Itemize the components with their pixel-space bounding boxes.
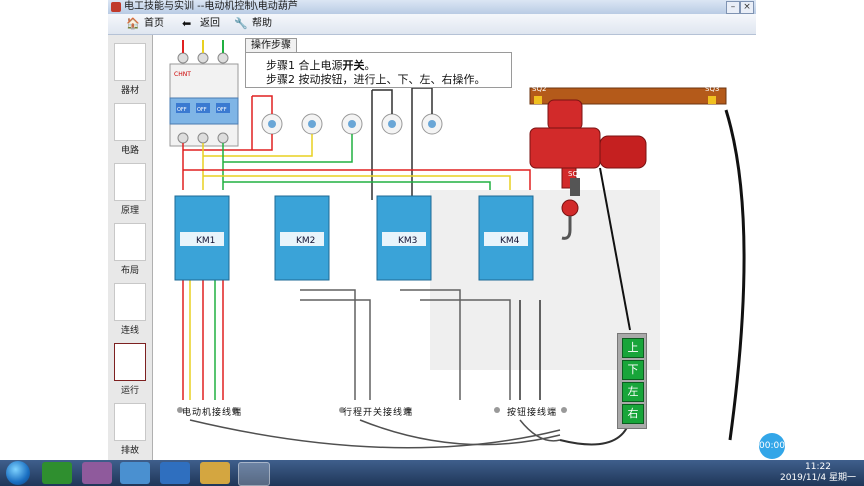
- breaker-brand: CHNT: [174, 71, 191, 78]
- down-button[interactable]: 下: [622, 360, 644, 380]
- contactor-km2[interactable]: KM2: [274, 195, 330, 281]
- toolbar: 🏠 首页 ⬅ 返回 🔧 帮助: [108, 14, 756, 35]
- help-label: 帮助: [252, 18, 272, 29]
- app-icon: [111, 2, 121, 12]
- troubleshoot-thumbnail: [114, 403, 146, 441]
- clock-time: 11:22: [805, 462, 831, 472]
- help-button[interactable]: 🔧 帮助: [232, 16, 272, 32]
- sidebar: 器材 电路 原理 布局 连线 运行 排故: [108, 35, 153, 460]
- home-button[interactable]: 🏠 首页: [124, 16, 164, 32]
- home-icon: 🏠: [126, 17, 140, 30]
- folder-icon[interactable]: [200, 462, 230, 484]
- help-icon: 🔧: [234, 17, 248, 30]
- steps-tab[interactable]: 操作步骤: [245, 38, 297, 53]
- wiring-thumbnail: [114, 283, 146, 321]
- up-button[interactable]: 上: [622, 338, 644, 358]
- window-title: 电工技能与实训 --电动机控制\电动葫芦: [124, 1, 298, 12]
- principle-thumbnail: [114, 163, 146, 201]
- back-icon: ⬅: [182, 17, 192, 30]
- sq2-label: SQ2: [532, 85, 546, 93]
- timer-badge[interactable]: 00:00: [759, 433, 785, 459]
- breaker-off-1: OFF: [177, 107, 187, 113]
- taskbar: 11:22 2019/11/4 星期一: [0, 460, 864, 486]
- km2-label: KM2: [296, 236, 315, 246]
- taskbar-app-2-icon[interactable]: [82, 462, 112, 484]
- step-2: 步骤2 按动按钮，进行上、下、左、右操作。: [266, 73, 486, 86]
- control-pendant: 上 下 左 右: [617, 333, 647, 429]
- clock-date: 2019/11/4 星期一: [779, 473, 856, 483]
- sidebar-item-label: 电路: [120, 146, 139, 156]
- sidebar-item-layout[interactable]: 布局: [110, 221, 150, 279]
- minimize-button[interactable]: –: [726, 1, 740, 14]
- motor-terminal-label: 电动机接线端: [182, 408, 243, 418]
- taskbar-app-4-icon[interactable]: [160, 462, 190, 484]
- right-button[interactable]: 右: [622, 404, 644, 424]
- sq3-label: SQ3: [705, 85, 719, 93]
- contactor-km1[interactable]: KM1: [174, 195, 230, 281]
- sidebar-item-circuit[interactable]: 电路: [110, 101, 150, 159]
- active-app-icon[interactable]: [238, 462, 270, 486]
- sidebar-item-label: 运行: [120, 386, 139, 396]
- left-button[interactable]: 左: [622, 382, 644, 402]
- run-thumbnail: [114, 343, 146, 381]
- home-label: 首页: [144, 18, 164, 29]
- km3-label: KM3: [398, 236, 417, 246]
- sidebar-item-label: 器材: [120, 86, 139, 96]
- switch-terminal-label: 行程开关接线端: [343, 408, 414, 418]
- clock[interactable]: 11:22 2019/11/4 星期一: [780, 462, 856, 484]
- km4-label: KM4: [500, 236, 520, 246]
- layout-thumbnail: [114, 223, 146, 261]
- sidebar-item-run[interactable]: 运行: [110, 341, 150, 399]
- contactor-km3[interactable]: KM3: [376, 195, 432, 281]
- fuse-row: [261, 113, 443, 135]
- back-label: 返回: [200, 18, 220, 29]
- taskbar-app-1-icon[interactable]: [42, 462, 72, 484]
- sidebar-item-troubleshoot[interactable]: 排故: [110, 401, 150, 459]
- breaker-off-3: OFF: [217, 107, 227, 113]
- sidebar-item-equipment[interactable]: 器材: [110, 41, 150, 99]
- button-terminal-label: 按钮接线端: [507, 408, 558, 418]
- right-margin: [756, 14, 864, 460]
- contactor-km4[interactable]: KM4: [478, 195, 534, 281]
- sidebar-item-label: 连线: [120, 326, 139, 336]
- taskbar-app-3-icon[interactable]: [120, 462, 150, 484]
- sidebar-item-label: 布局: [120, 266, 139, 276]
- km1-label: KM1: [196, 236, 215, 246]
- wiring-diagram: CHNT OFF OFF OFF KM1 KM2 KM3 KM4 SQ2 SQ3…: [169, 40, 746, 449]
- sidebar-item-label: 排故: [120, 446, 139, 456]
- close-button[interactable]: ×: [740, 1, 754, 14]
- circuit-breaker[interactable]: CHNT OFF OFF OFF: [169, 52, 239, 147]
- sq1-label: SQ1: [568, 170, 582, 178]
- equipment-thumbnail: [114, 43, 146, 81]
- circuit-thumbnail: [114, 103, 146, 141]
- sidebar-item-label: 原理: [120, 206, 139, 216]
- title-bar: 电工技能与实训 --电动机控制\电动葫芦 – ×: [108, 0, 756, 15]
- wiring-canvas: CHNT OFF OFF OFF KM1 KM2 KM3 KM4 SQ2 SQ3…: [153, 35, 756, 460]
- breaker-off-2: OFF: [197, 107, 207, 113]
- steps-panel: 步骤1 合上电源开关。 步骤2 按动按钮，进行上、下、左、右操作。: [245, 52, 512, 88]
- back-button[interactable]: ⬅ 返回: [180, 16, 220, 32]
- sidebar-item-wiring[interactable]: 连线: [110, 281, 150, 339]
- sidebar-item-principle[interactable]: 原理: [110, 161, 150, 219]
- start-icon[interactable]: [6, 461, 30, 485]
